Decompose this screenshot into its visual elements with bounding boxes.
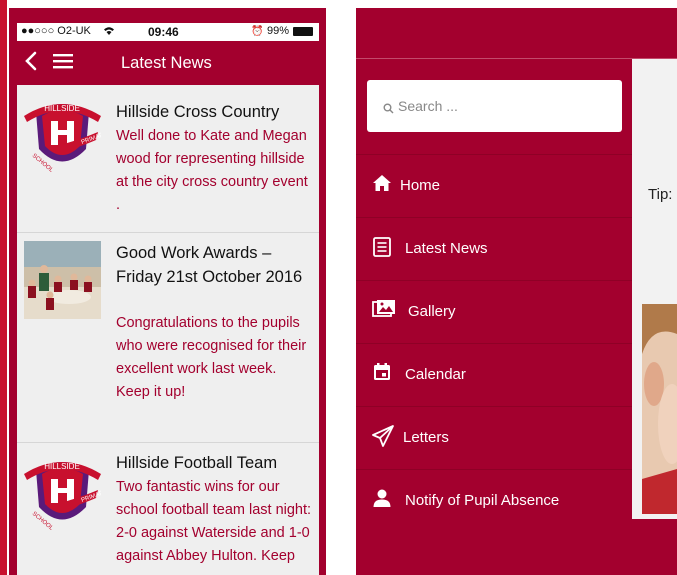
user-icon xyxy=(372,488,392,512)
battery-icon xyxy=(293,27,313,36)
content-panel: Tip: xyxy=(632,59,677,519)
classroom-photo xyxy=(24,241,101,319)
menu-item-calendar[interactable]: Calendar xyxy=(356,344,632,407)
calendar-icon xyxy=(372,362,392,386)
tip-label: Tip: xyxy=(648,186,673,203)
edge-strip xyxy=(0,0,7,575)
news-title: Hillside Cross Country xyxy=(116,103,280,121)
menu-item-latest-news[interactable]: Latest News xyxy=(356,218,632,281)
news-item[interactable]: HILLSIDE PRIMARY SCHOOL Hillside Footbal… xyxy=(17,443,319,575)
news-list: HILLSIDE PRIMARY SCHOOL Hillside Cross C… xyxy=(17,85,319,575)
child-photo xyxy=(642,304,677,514)
back-chevron-icon[interactable] xyxy=(24,50,38,77)
tablet-menu-screen: Search ... Home Latest News Gallery Cale… xyxy=(356,8,677,575)
menu-label: Gallery xyxy=(408,303,456,320)
alarm-icon: ⏰ xyxy=(251,26,264,37)
news-title: Hillside Football Team xyxy=(116,454,278,472)
newspaper-icon xyxy=(372,236,392,262)
page-title: Latest News xyxy=(121,54,212,72)
search-placeholder: Search ... xyxy=(398,98,458,114)
menu-label: Calendar xyxy=(405,366,466,383)
status-bar: ●●○○○ O2-UK 09:46 ⏰ 99% xyxy=(17,23,319,41)
search-icon xyxy=(383,101,394,119)
menu-label: Notify of Pupil Absence xyxy=(405,492,560,509)
news-item[interactable]: Good Work Awards – Friday 21st October 2… xyxy=(17,233,319,443)
news-body: Congratulations to the pupils who were r… xyxy=(116,315,307,400)
hamburger-menu-icon[interactable] xyxy=(52,52,74,75)
news-title: Good Work Awards – Friday 21st October 2… xyxy=(116,244,303,286)
paper-plane-icon xyxy=(372,425,394,451)
app-header: Latest News xyxy=(9,44,326,82)
menu-item-letters[interactable]: Letters xyxy=(356,407,632,470)
clock-label: 09:46 xyxy=(148,25,179,39)
battery-percent: 99% xyxy=(267,25,290,37)
carrier-label: ●●○○○ O2-UK xyxy=(21,25,91,37)
logo-text-top: HILLSIDE xyxy=(44,462,80,471)
phone-news-screen: ●●○○○ O2-UK 09:46 ⏰ 99% Latest News HILL… xyxy=(9,8,326,575)
menu-item-home[interactable]: Home xyxy=(356,155,632,218)
school-logo-icon: HILLSIDE PRIMARY SCHOOL xyxy=(24,94,108,174)
menu-item-notify-absence[interactable]: Notify of Pupil Absence xyxy=(356,470,632,532)
logo-text-top: HILLSIDE xyxy=(44,104,80,113)
news-body: Well done to Kate and Megan wood for rep… xyxy=(116,128,308,213)
news-item[interactable]: HILLSIDE PRIMARY SCHOOL Hillside Cross C… xyxy=(17,85,319,233)
home-icon xyxy=(372,173,392,197)
menu-label: Home xyxy=(400,177,441,194)
header-divider xyxy=(356,58,677,59)
school-logo-icon: HILLSIDE PRIMARY SCHOOL xyxy=(24,452,108,532)
menu-label: Letters xyxy=(403,429,449,446)
news-body: Two fantastic wins for our school footba… xyxy=(116,479,312,575)
gallery-icon xyxy=(372,299,396,323)
search-input[interactable]: Search ... xyxy=(367,80,622,132)
menu-label: Latest News xyxy=(405,240,488,257)
wifi-icon xyxy=(103,25,115,39)
menu-item-gallery[interactable]: Gallery xyxy=(356,281,632,344)
